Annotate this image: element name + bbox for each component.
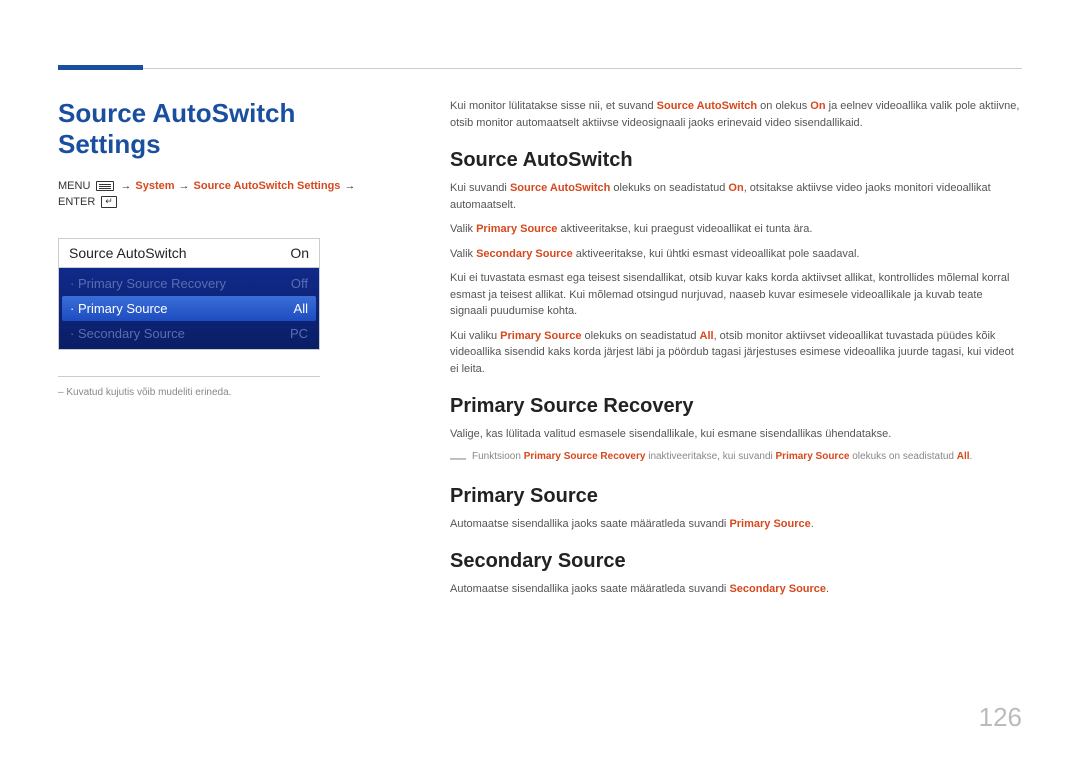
breadcrumb-enter-label: ENTER xyxy=(58,196,95,208)
highlight: Primary Source xyxy=(476,223,557,235)
text: Valik xyxy=(450,223,476,235)
highlight: On xyxy=(728,182,743,194)
osd-header-value: On xyxy=(290,245,309,261)
section-heading: Primary Source Recovery xyxy=(450,395,1022,418)
highlight: Primary Source xyxy=(776,451,850,462)
text: Kui valiku xyxy=(450,330,500,342)
paragraph: Automaatse sisendallika jaoks saate määr… xyxy=(450,516,1022,533)
osd-row-secondary: · Secondary Source PC xyxy=(62,321,316,346)
note-text: Funktsioon Primary Source Recovery inakt… xyxy=(472,451,972,462)
text: aktiveeritakse, kui praegust videoallika… xyxy=(557,223,812,235)
text: Automaatse sisendallika jaoks saate määr… xyxy=(450,583,729,595)
paragraph: Kui suvandi Source AutoSwitch olekuks on… xyxy=(450,180,1022,213)
highlight: Source AutoSwitch xyxy=(657,100,757,112)
highlight: Primary Source xyxy=(500,330,581,342)
highlight: All xyxy=(700,330,714,342)
paragraph: Kui valiku Primary Source olekuks on sea… xyxy=(450,328,1022,378)
osd-header-label: Source AutoSwitch xyxy=(69,245,187,261)
paragraph: Valik Secondary Source aktiveeritakse, k… xyxy=(450,246,1022,263)
section-heading: Primary Source xyxy=(450,485,1022,508)
highlight: Primary Source Recovery xyxy=(524,451,646,462)
osd-row-label: · Primary Source xyxy=(70,301,168,316)
osd-row-value: PC xyxy=(290,326,308,341)
text: . xyxy=(811,518,814,530)
text: . xyxy=(970,451,973,462)
osd-row-label: · Secondary Source xyxy=(70,326,185,341)
arrow-icon: → xyxy=(179,180,190,192)
header-accent xyxy=(58,65,143,70)
highlight: On xyxy=(810,100,825,112)
osd-panel: Source AutoSwitch On · Primary Source Re… xyxy=(58,238,320,350)
breadcrumb: MENU → System → Source AutoSwitch Settin… xyxy=(58,180,388,208)
text: Kui suvandi xyxy=(450,182,510,194)
intro-paragraph: Kui monitor lülitatakse sisse nii, et su… xyxy=(450,98,1022,131)
osd-header: Source AutoSwitch On xyxy=(59,239,319,268)
text: Funktsioon xyxy=(472,451,524,462)
text: Kui monitor lülitatakse sisse nii, et su… xyxy=(450,100,657,112)
osd-row-value: All xyxy=(294,301,308,316)
arrow-icon: → xyxy=(120,180,131,192)
section-heading: Secondary Source xyxy=(450,550,1022,573)
highlight: Secondary Source xyxy=(729,583,826,595)
text: Automaatse sisendallika jaoks saate määr… xyxy=(450,518,729,530)
page-title: Source AutoSwitch Settings xyxy=(58,98,388,160)
osd-row-primary: · Primary Source All xyxy=(62,296,316,321)
text: on olekus xyxy=(757,100,810,112)
osd-row-label: · Primary Source Recovery xyxy=(70,276,226,291)
left-footnote: – Kuvatud kujutis võib mudeliti erineda. xyxy=(58,387,320,398)
arrow-icon: → xyxy=(344,180,355,192)
left-footnote-text: Kuvatud kujutis võib mudeliti erineda. xyxy=(66,387,231,398)
text: olekuks on seadistatud xyxy=(581,330,699,342)
text: olekuks on seadistatud xyxy=(849,451,956,462)
osd-row-value: Off xyxy=(291,276,308,291)
menu-icon xyxy=(96,181,114,191)
right-column: Kui monitor lülitatakse sisse nii, et su… xyxy=(450,98,1022,606)
breadcrumb-menu-label: MENU xyxy=(58,180,90,192)
footnote-rule xyxy=(58,376,320,377)
text: . xyxy=(826,583,829,595)
breadcrumb-system: System xyxy=(135,180,174,192)
note: ― Funktsioon Primary Source Recovery ina… xyxy=(450,451,1022,467)
highlight: All xyxy=(957,451,970,462)
text: aktiveeritakse, kui ühtki esmast videoal… xyxy=(573,248,860,260)
header-rule xyxy=(58,68,1022,69)
section-heading: Source AutoSwitch xyxy=(450,149,1022,172)
paragraph: Kui ei tuvastata esmast ega teisest sise… xyxy=(450,270,1022,320)
dash-icon: ― xyxy=(450,451,466,467)
text: Valik xyxy=(450,248,476,260)
osd-row-recovery: · Primary Source Recovery Off xyxy=(62,271,316,296)
paragraph: Automaatse sisendallika jaoks saate määr… xyxy=(450,581,1022,598)
text: inaktiveeritakse, kui suvandi xyxy=(645,451,775,462)
paragraph: Valige, kas lülitada valitud esmasele si… xyxy=(450,426,1022,443)
text: olekuks on seadistatud xyxy=(610,182,728,194)
highlight: Primary Source xyxy=(729,518,810,530)
highlight: Source AutoSwitch xyxy=(510,182,610,194)
highlight: Secondary Source xyxy=(476,248,573,260)
breadcrumb-settings: Source AutoSwitch Settings xyxy=(194,180,341,192)
paragraph: Valik Primary Source aktiveeritakse, kui… xyxy=(450,221,1022,238)
page-number: 126 xyxy=(979,702,1022,733)
left-column: Source AutoSwitch Settings MENU → System… xyxy=(58,98,388,398)
enter-icon xyxy=(101,196,117,208)
osd-body: · Primary Source Recovery Off · Primary … xyxy=(59,268,319,349)
